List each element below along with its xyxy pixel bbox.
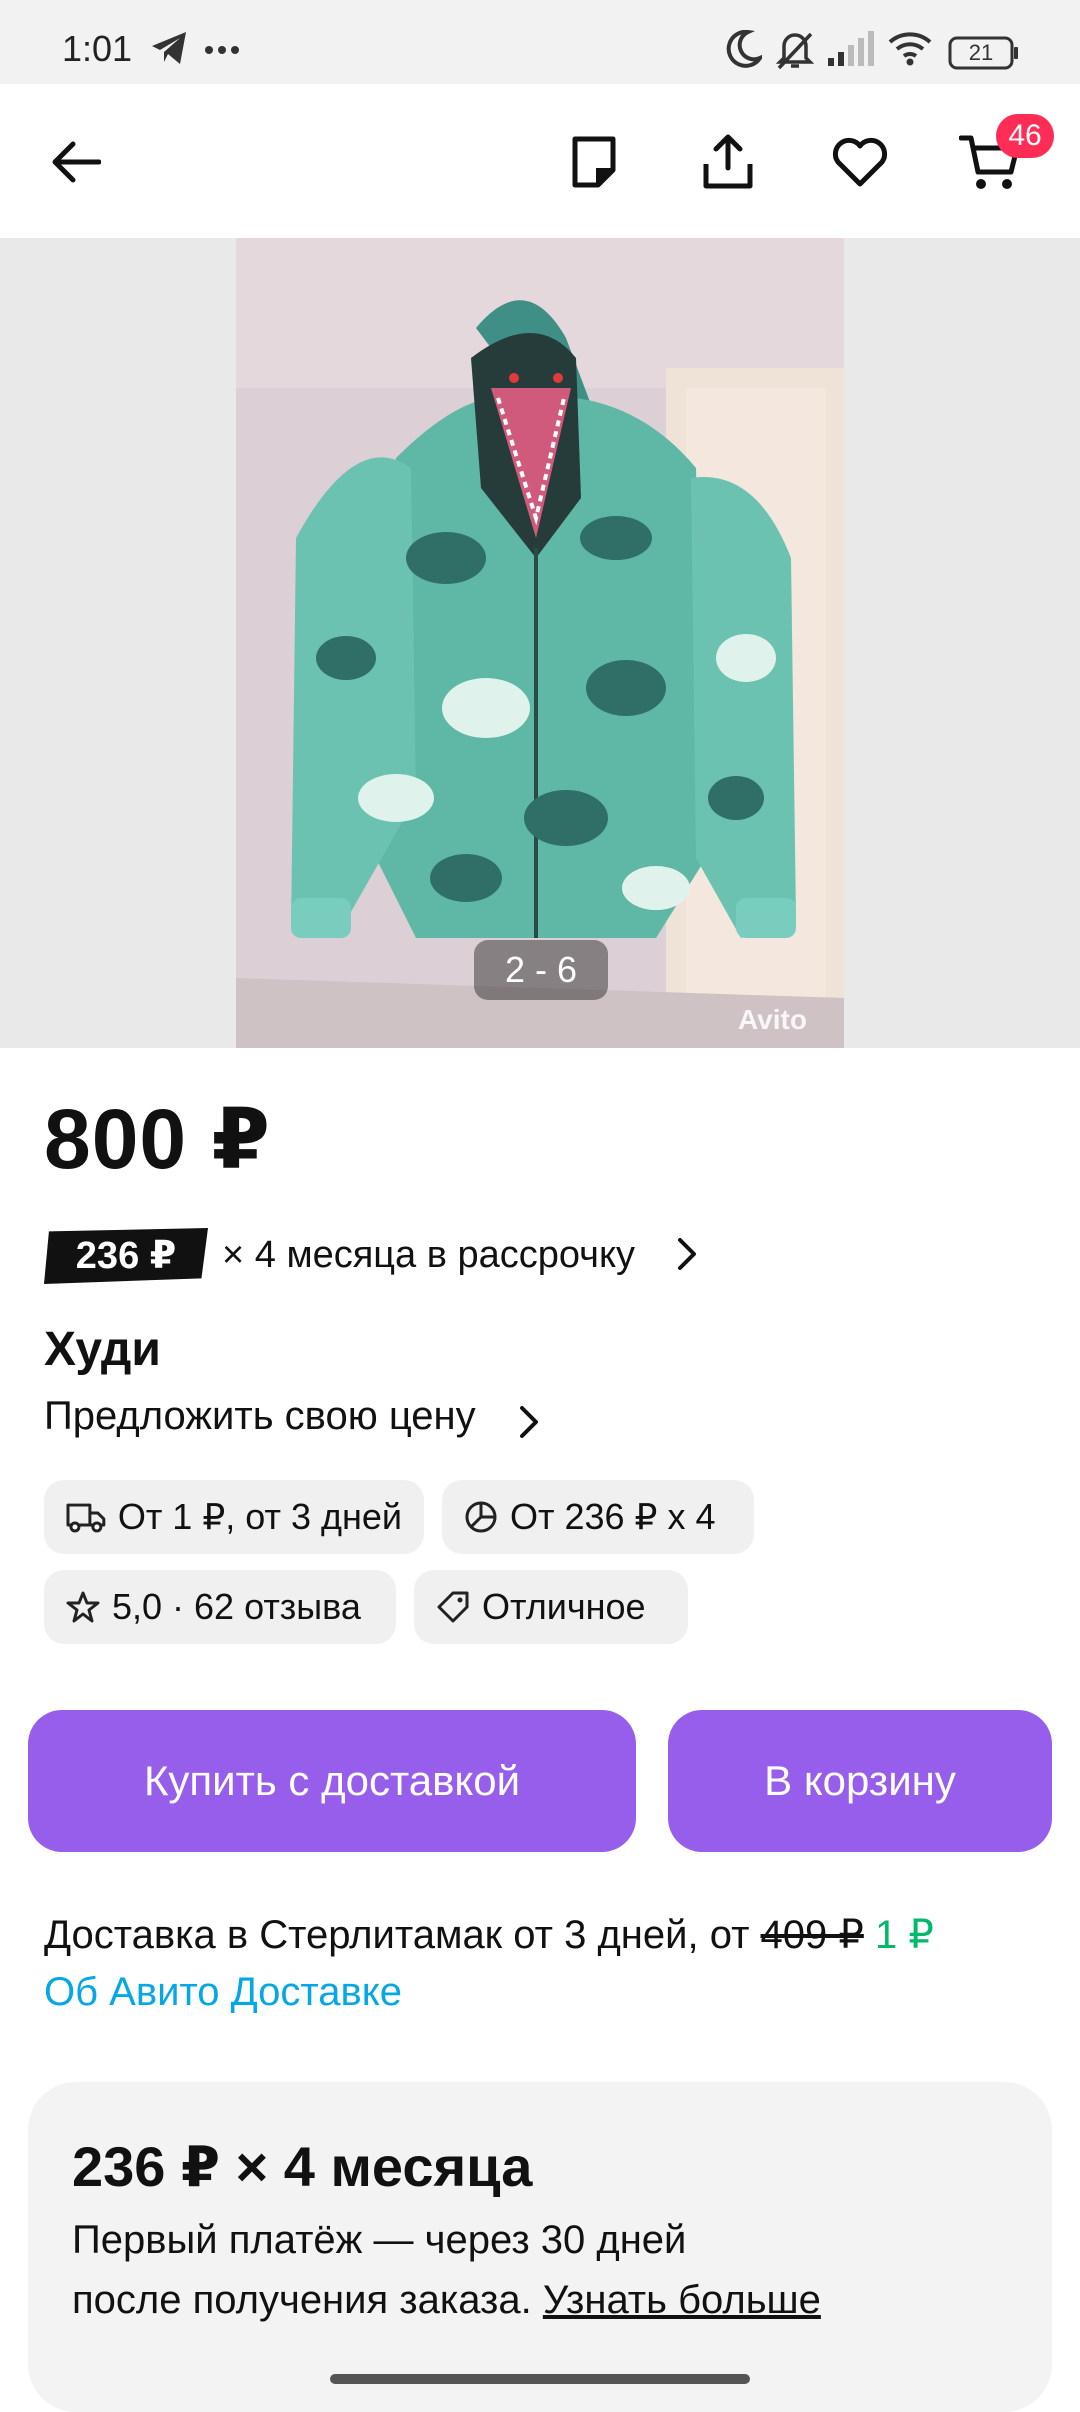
top-toolbar [0, 84, 1080, 238]
installment-card-text-2: после получения заказа. Узнать больше [72, 2278, 821, 2323]
offer-price-link[interactable]: Предложить свою цену [44, 1394, 476, 1439]
delivery-info: Доставка в Стерлитамак от 3 дней, от 409… [44, 1912, 934, 1958]
truck-icon [66, 1503, 106, 1533]
more-dots-icon [204, 42, 240, 60]
battery-icon: 21 [948, 36, 1020, 75]
chip-label: От 236 ₽ х 4 [510, 1496, 716, 1537]
star-icon [66, 1591, 100, 1623]
photo-counter: 2 - 6 [474, 940, 608, 1000]
moon-icon [726, 29, 766, 73]
price: 800 ₽ [44, 1092, 271, 1186]
chip-label: 5,0 · 62 отзыва [112, 1586, 361, 1627]
chip-label: Отличное [482, 1586, 646, 1627]
pie-chart-icon [465, 1501, 497, 1533]
tag-icon [437, 1591, 469, 1623]
about-avito-delivery-link[interactable]: Об Авито Доставке [44, 1970, 402, 2015]
delivery-old-price: 409 ₽ [760, 1913, 864, 1957]
photo-gallery[interactable] [0, 238, 1080, 1048]
back-arrow-icon [52, 141, 101, 183]
installment-card[interactable]: 236 ₽ × 4 месяца Первый платёж — через 3… [28, 2082, 1052, 2412]
share-button[interactable] [686, 120, 770, 204]
rating-chip[interactable]: 5,0 · 62 отзыва [44, 1570, 396, 1644]
battery-level: 21 [968, 40, 994, 65]
installment-chip[interactable]: От 236 ₽ х 4 [442, 1480, 754, 1554]
status-bar: 1:01 21 [0, 0, 1080, 84]
product-photo[interactable] [236, 238, 844, 1048]
listing-title: Худи [44, 1323, 161, 1376]
installment-text[interactable]: × 4 месяца в рассрочку [222, 1234, 635, 1277]
heart-icon [832, 137, 888, 187]
delivery-chip[interactable]: От 1 ₽, от 3 дней [44, 1480, 424, 1554]
favorite-button[interactable] [818, 120, 902, 204]
condition-chip[interactable]: Отличное [414, 1570, 688, 1644]
back-button[interactable] [34, 120, 118, 204]
status-time: 1:01 [62, 28, 133, 69]
installment-card-line2: после получения заказа. [72, 2278, 543, 2322]
chevron-right-icon[interactable] [518, 1404, 540, 1445]
home-indicator[interactable] [330, 2374, 750, 2384]
installment-card-title: 236 ₽ × 4 месяца [72, 2135, 533, 2198]
note-button[interactable] [552, 120, 636, 204]
installment-card-text: Первый платёж — через 30 дней [72, 2218, 687, 2262]
buy-with-delivery-button[interactable]: Купить с доставкой [28, 1710, 636, 1852]
chip-label: От 1 ₽, от 3 дней [117, 1496, 402, 1537]
installment-amount-badge[interactable]: 236 ₽ [44, 1228, 208, 1284]
avito-watermark: Avito [738, 1004, 807, 1035]
bell-off-icon [775, 30, 815, 75]
add-to-cart-button[interactable]: В корзину [668, 1710, 1052, 1852]
cart-count-badge: 46 [996, 114, 1054, 158]
delivery-text: Доставка в Стерлитамак от 3 дней, от [44, 1913, 761, 1957]
telegram-icon [150, 30, 190, 71]
note-icon [572, 136, 616, 188]
signal-icon [826, 30, 876, 73]
chevron-right-icon[interactable] [676, 1236, 698, 1277]
wifi-icon [888, 30, 932, 71]
share-icon [703, 134, 753, 189]
learn-more-link[interactable]: Узнать больше [543, 2278, 821, 2322]
delivery-new-price: 1 ₽ [874, 1913, 934, 1957]
